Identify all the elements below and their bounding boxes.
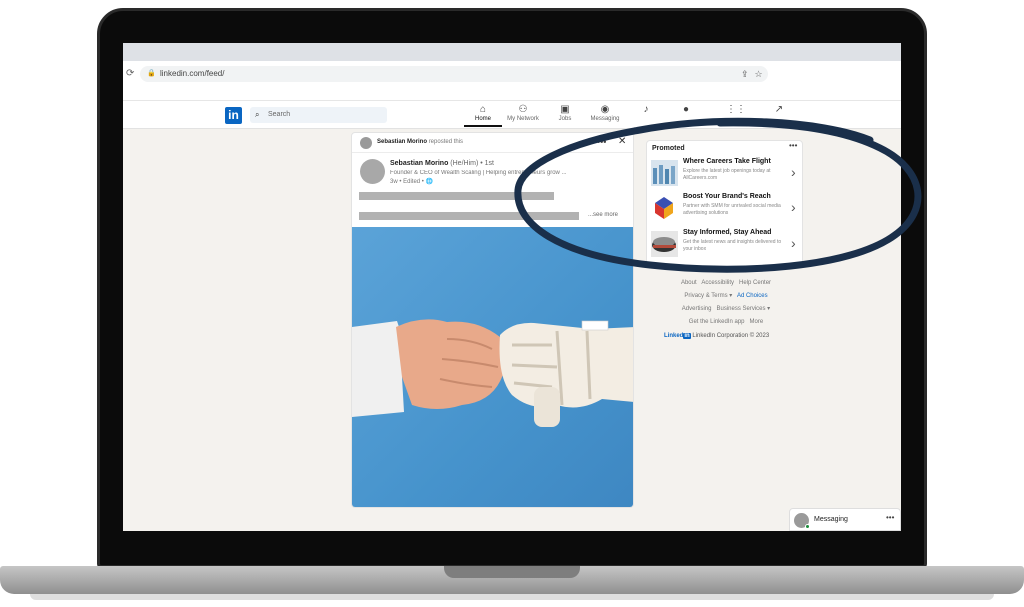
more-options-icon[interactable]: ••• xyxy=(789,141,797,150)
laptop-mockup: ⟳ 🔒 linkedin.com/feed/ ⇪☆ in ⌕ Search ⌂ … xyxy=(0,0,1024,607)
footer-about[interactable]: About xyxy=(681,280,697,286)
repost-action: reposted this xyxy=(428,139,464,145)
jobs-icon: ▣ xyxy=(560,104,570,115)
redacted-text-line xyxy=(359,192,554,200)
fist-bump-illustration xyxy=(352,319,633,427)
ad-thumbnail xyxy=(651,160,678,186)
close-icon[interactable]: ✕ xyxy=(618,136,626,147)
author-name-line[interactable]: Sebastian Morino (He/Him) • 1st xyxy=(390,160,494,167)
promoted-card: Promoted ••• Where Careers Take Flight E… xyxy=(646,140,803,268)
linkedin-mini-logo: in xyxy=(683,333,691,339)
ad-item[interactable]: Boost Your Brand's Reach Partner with SM… xyxy=(651,193,801,225)
footer-links: About Accessibility Help Center Privacy … xyxy=(680,280,772,325)
repost-text: Sebastian Morino reposted this xyxy=(377,139,463,145)
footer-help-center[interactable]: Help Center xyxy=(739,280,771,286)
address-bar[interactable]: 🔒 linkedin.com/feed/ xyxy=(140,66,768,82)
linkedin-wordmark: Linked xyxy=(664,333,684,339)
post-meta: 3w • Edited • 🌐 xyxy=(390,178,433,185)
messaging-icon: ◉ xyxy=(600,104,610,115)
footer-privacy[interactable]: Privacy & Terms xyxy=(684,293,727,299)
redacted-text-line xyxy=(359,212,579,220)
footer-ad-choices[interactable]: Ad Choices xyxy=(737,293,768,299)
messaging-label: Messaging xyxy=(814,516,848,523)
globe-icon: 🌐 xyxy=(425,179,434,185)
laptop-screen: ⟳ 🔒 linkedin.com/feed/ ⇪☆ in ⌕ Search ⌂ … xyxy=(123,43,901,531)
search-placeholder: Search xyxy=(268,111,291,118)
chevron-right-icon[interactable]: › xyxy=(791,235,796,251)
url-text: linkedin.com/feed/ xyxy=(160,69,225,78)
laptop-shadow xyxy=(30,594,994,600)
notifications-icon: ♪ xyxy=(643,104,649,115)
search-input[interactable]: ⌕ Search xyxy=(250,107,387,123)
home-icon: ⌂ xyxy=(479,104,487,115)
ad-description: Get the latest news and insights deliver… xyxy=(683,239,782,252)
chevron-right-icon[interactable]: › xyxy=(791,164,796,180)
ad-description: Explore the latest job openings today at… xyxy=(683,168,771,181)
browser-toolbar: ⟳ 🔒 linkedin.com/feed/ ⇪☆ xyxy=(123,43,901,101)
promoted-heading: Promoted xyxy=(652,145,685,152)
search-icon: ⌕ xyxy=(255,110,260,119)
messaging-dock[interactable]: Messaging ••• xyxy=(789,508,901,531)
browser-actions[interactable]: ⇪☆ xyxy=(741,69,769,80)
network-icon: ⚇ xyxy=(518,104,528,115)
lock-icon: 🔒 xyxy=(147,70,156,77)
linkedin-logo[interactable]: in xyxy=(225,107,242,124)
footer-business-services[interactable]: Business Services xyxy=(716,306,765,312)
post-image[interactable] xyxy=(352,227,633,507)
nav-label: Messaging xyxy=(590,116,620,122)
ad-thumbnail xyxy=(651,231,678,257)
author-avatar[interactable] xyxy=(360,159,385,184)
human-fist xyxy=(396,319,507,409)
nav-work[interactable]: ⋮⋮ xyxy=(717,104,755,116)
footer-advertising[interactable]: Advertising xyxy=(682,306,712,312)
author-degree: (He/Him) • 1st xyxy=(450,160,494,167)
author-headline: Founder & CEO of Wealth Scaling | Helpin… xyxy=(390,170,567,176)
footer-accessibility[interactable]: Accessibility xyxy=(701,280,734,286)
repost-header: Sebastian Morino reposted this ••• ✕ xyxy=(352,133,633,153)
nav-messaging[interactable]: ◉ Messaging xyxy=(586,104,624,122)
share-icon[interactable]: ⇪ xyxy=(741,69,755,79)
nav-home[interactable]: ⌂ Home xyxy=(464,104,502,127)
reload-icon[interactable]: ⟳ xyxy=(126,68,134,79)
nav-label: My Network xyxy=(507,116,539,122)
post-meta-text: 3w • Edited • xyxy=(390,179,424,185)
me-avatar-icon: ● xyxy=(682,104,690,115)
ad-title[interactable]: Boost Your Brand's Reach xyxy=(683,193,771,200)
copyright-text: LinkedIn Corporation © 2023 xyxy=(692,333,770,339)
see-more-link[interactable]: ...see more xyxy=(588,212,618,218)
linkedin-navbar: in ⌕ Search ⌂ Home ⚇ My Network ▣ Jobs ◉… xyxy=(123,101,901,129)
online-status-icon xyxy=(805,524,810,529)
chevron-right-icon[interactable]: › xyxy=(791,199,796,215)
footer-more[interactable]: More xyxy=(750,319,764,325)
ad-item[interactable]: Stay Informed, Stay Ahead Get the latest… xyxy=(651,229,801,261)
nav-jobs[interactable]: ▣ Jobs xyxy=(546,104,584,122)
nav-me[interactable]: ● xyxy=(667,104,705,116)
laptop-notch xyxy=(444,566,580,578)
more-options-icon[interactable]: ••• xyxy=(597,137,606,147)
ad-thumbnail xyxy=(651,195,678,221)
repost-avatar[interactable] xyxy=(360,137,372,149)
copyright-line: Linkedin LinkedIn Corporation © 2023 xyxy=(664,333,769,339)
bookmark-star-icon[interactable]: ☆ xyxy=(755,69,769,79)
ad-title[interactable]: Stay Informed, Stay Ahead xyxy=(683,229,771,236)
ad-item[interactable]: Where Careers Take Flight Explore the la… xyxy=(651,158,801,190)
shirt-sleeve xyxy=(352,321,404,417)
more-options-icon[interactable]: ••• xyxy=(886,513,894,522)
footer-get-app[interactable]: Get the LinkedIn app xyxy=(689,319,745,325)
repost-actor[interactable]: Sebastian Morino xyxy=(377,139,427,145)
nav-label: Jobs xyxy=(558,116,572,122)
ad-description: Partner with SMM for unrivaled social me… xyxy=(683,203,781,216)
nav-advertise[interactable]: ↗ xyxy=(760,104,798,116)
advertise-icon: ↗ xyxy=(774,104,784,115)
author-name[interactable]: Sebastian Morino xyxy=(390,160,448,167)
nav-label: Home xyxy=(474,116,491,122)
browser-tab-strip xyxy=(123,43,901,61)
nav-my-network[interactable]: ⚇ My Network xyxy=(504,104,542,122)
feed-post-card: Sebastian Morino reposted this ••• ✕ Seb… xyxy=(351,132,634,508)
apps-grid-icon: ⋮⋮ xyxy=(726,104,746,115)
nav-notifications[interactable]: ♪ xyxy=(627,104,665,116)
ad-title[interactable]: Where Careers Take Flight xyxy=(683,158,771,165)
